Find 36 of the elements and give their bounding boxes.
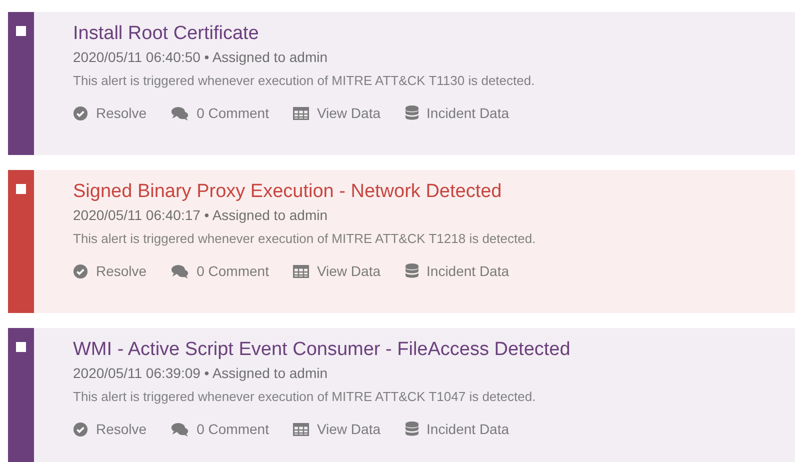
check-circle-icon (73, 264, 88, 279)
alert-title[interactable]: Signed Binary Proxy Execution - Network Detected (73, 179, 536, 205)
alert-title[interactable]: WMI - Active Script Event Consumer - FileAccess Detected (73, 337, 570, 363)
resolve-action[interactable]: Resolve (73, 103, 147, 124)
alert-meta: 2020/05/11 06:39:09 • Assigned to admin (73, 364, 329, 383)
alert-description: This alert is triggered whenever execution of MITRE ATT&CK T1130 is detected. (73, 72, 535, 90)
resolve-action[interactable]: Resolve (73, 419, 147, 440)
database-action[interactable]: Incident Data (404, 103, 510, 124)
database-icon (404, 262, 419, 280)
alert-meta: 2020/05/11 06:40:50 • Assigned to admin (73, 48, 329, 67)
comments-icon (170, 422, 189, 437)
checkbox[interactable] (16, 26, 26, 36)
table-icon (292, 265, 309, 278)
comment-action[interactable]: 0 Comment (170, 419, 269, 440)
database-icon (404, 104, 419, 122)
table-icon (292, 107, 309, 120)
database-action[interactable]: Incident Data (404, 261, 510, 282)
alert-description: This alert is triggered whenever execution of MITRE ATT&CK T1047 is detected. (73, 388, 537, 406)
check-circle-icon (73, 422, 88, 437)
comments-icon (170, 264, 189, 279)
checkbox[interactable] (16, 184, 26, 194)
resolve-action[interactable]: Resolve (73, 261, 147, 282)
table-icon (292, 423, 309, 436)
alert-meta: 2020/05/11 06:40:17 • Assigned to admin (73, 206, 329, 225)
database-icon (404, 420, 419, 438)
comments-icon (170, 106, 189, 121)
checkbox[interactable] (16, 342, 26, 352)
comment-action[interactable]: 0 Comment (170, 261, 269, 282)
alert-description: This alert is triggered whenever execution of MITRE ATT&CK T1218 is detected. (73, 230, 536, 248)
table-action[interactable]: View Data (292, 103, 381, 124)
table-action[interactable]: View Data (292, 261, 381, 282)
alert-title[interactable]: Install Root Certificate (73, 21, 535, 47)
database-action[interactable]: Incident Data (404, 419, 510, 440)
check-circle-icon (73, 106, 88, 121)
comment-action[interactable]: 0 Comment (170, 103, 269, 124)
table-action[interactable]: View Data (292, 419, 381, 440)
